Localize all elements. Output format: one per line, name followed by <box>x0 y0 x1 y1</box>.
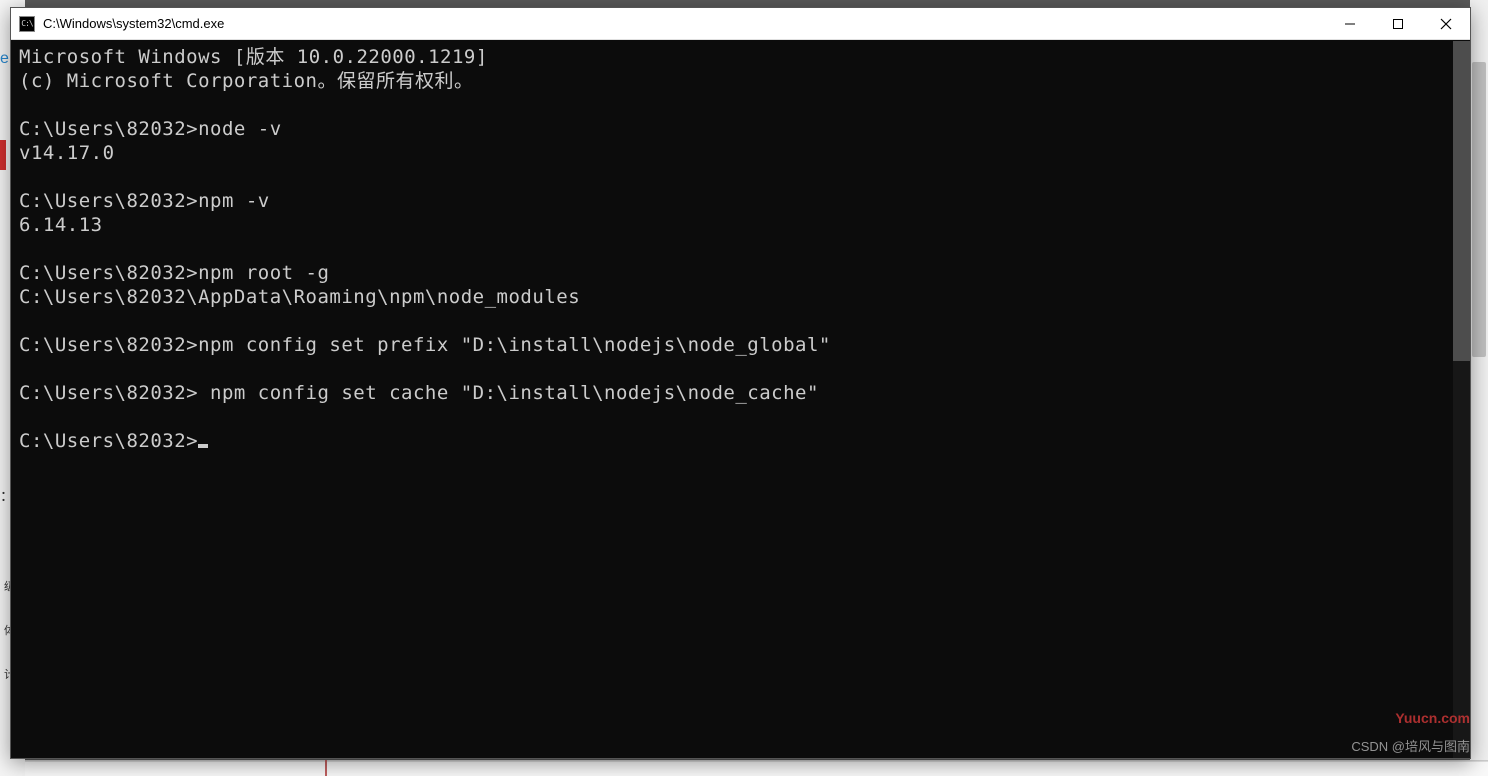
watermark-yuucn: Yuucn.com <box>1395 710 1470 726</box>
cmd-window: C:\ C:\Windows\system32\cmd.exe Microsof… <box>10 7 1471 759</box>
cursor <box>198 444 208 448</box>
titlebar[interactable]: C:\ C:\Windows\system32\cmd.exe <box>11 8 1470 40</box>
bg-label-e: e <box>0 50 9 68</box>
maximize-icon <box>1392 18 1404 30</box>
terminal-scrollbar-thumb[interactable] <box>1453 41 1470 361</box>
cmd-icon: C:\ <box>19 16 35 32</box>
maximize-button[interactable] <box>1374 8 1422 40</box>
minimize-button[interactable] <box>1326 8 1374 40</box>
close-button[interactable] <box>1422 8 1470 40</box>
background-vertical-mark <box>325 760 327 776</box>
watermark-csdn: CSDN @培风与图南 <box>1351 736 1470 755</box>
window-controls <box>1326 8 1470 39</box>
background-bottom-panel <box>25 761 1488 776</box>
close-icon <box>1440 18 1452 30</box>
terminal-scrollbar[interactable] <box>1453 41 1470 758</box>
background-red-strip <box>0 140 6 170</box>
minimize-icon <box>1344 18 1356 30</box>
window-title: C:\Windows\system32\cmd.exe <box>43 16 1326 31</box>
background-scrollbar-thumb[interactable] <box>1472 62 1486 357</box>
terminal-output[interactable]: Microsoft Windows [版本 10.0.22000.1219] (… <box>11 40 1470 758</box>
background-scrollbar[interactable] <box>1470 0 1488 776</box>
